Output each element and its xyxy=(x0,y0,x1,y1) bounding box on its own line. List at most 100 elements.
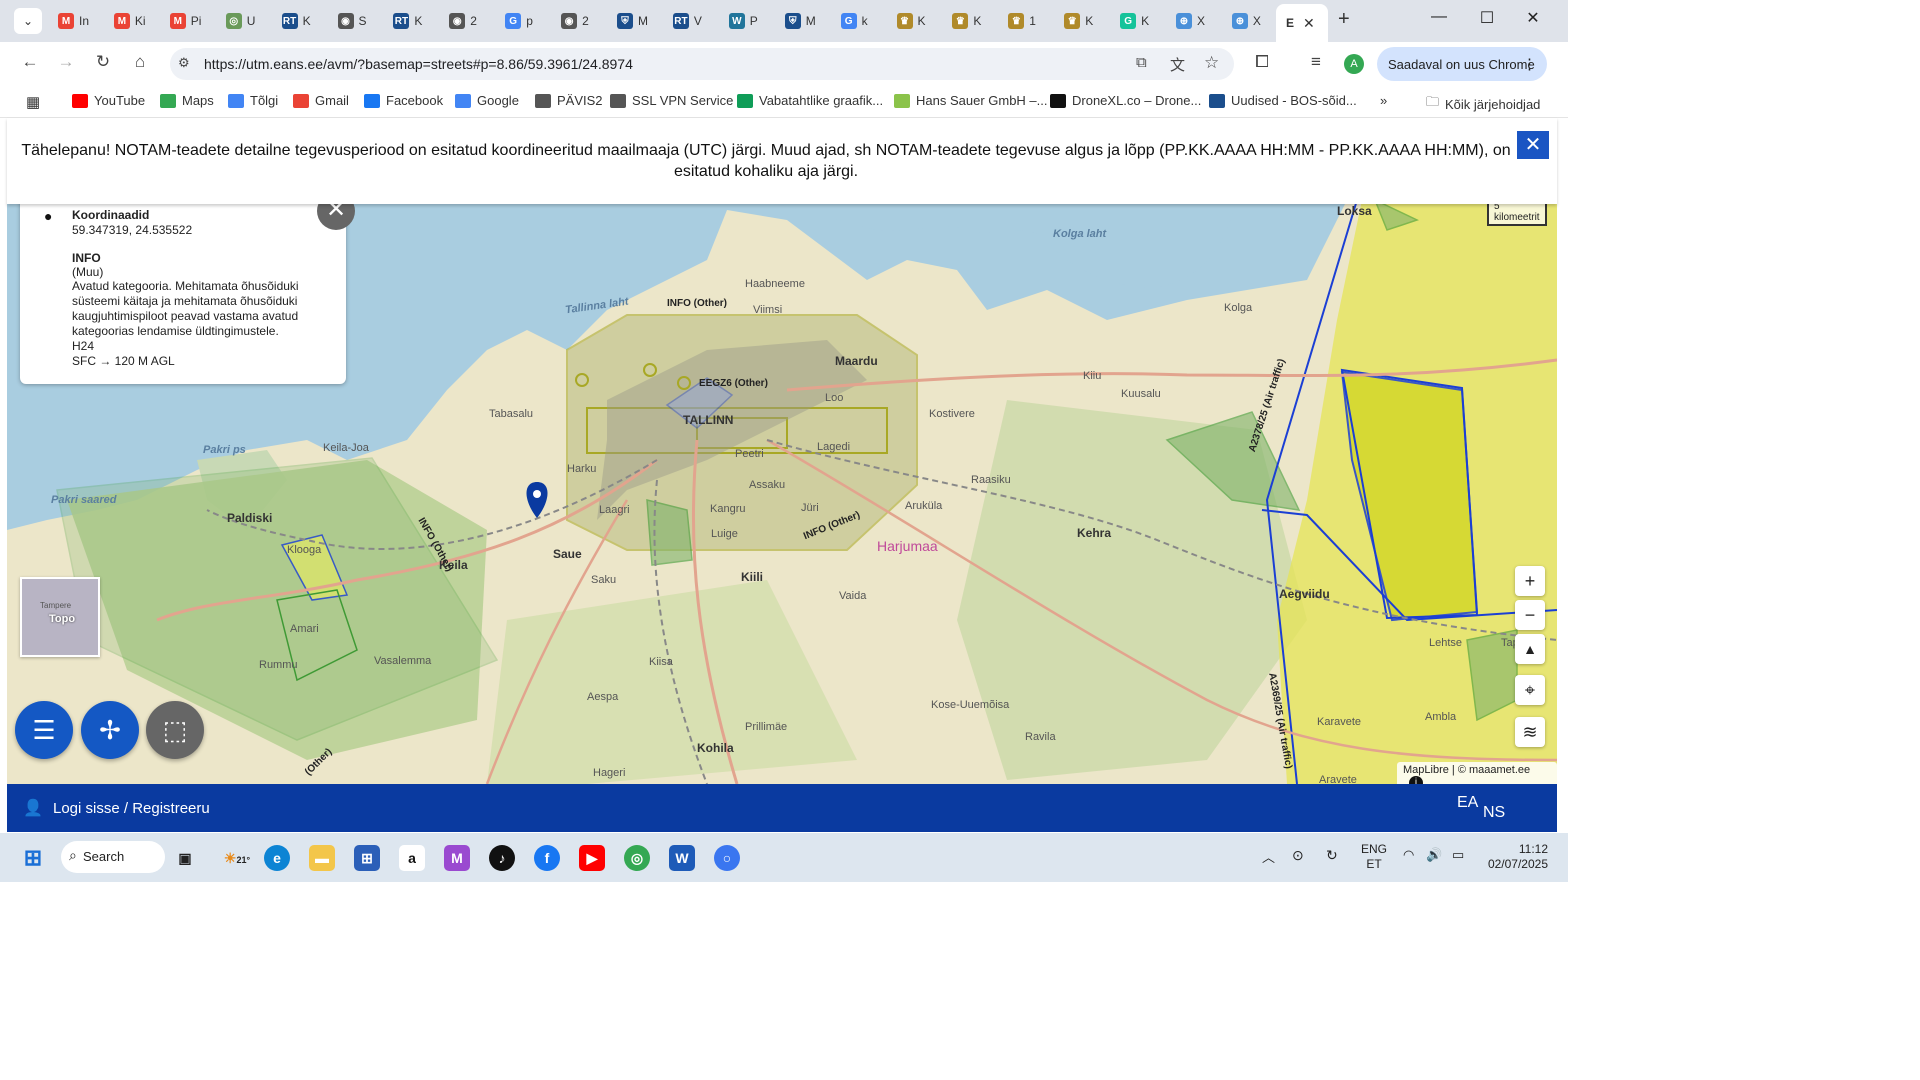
signal-icon[interactable]: ○ xyxy=(714,845,740,871)
url-text[interactable]: https://utm.eans.ee/avm/?basemap=streets… xyxy=(204,56,633,72)
tab[interactable]: ♛ K xyxy=(1058,6,1110,36)
clock[interactable]: 11:12 02/07/2025 xyxy=(1480,842,1548,872)
windows-start-icon[interactable]: ⊞ xyxy=(20,845,46,871)
profile-avatar[interactable]: A xyxy=(1344,54,1364,74)
close-window-button[interactable]: ✕ xyxy=(1518,8,1548,28)
taskbar-search[interactable]: ⌕ Search xyxy=(61,841,165,873)
notice-close-button[interactable]: ✕ xyxy=(1517,131,1549,159)
m365-icon[interactable]: M xyxy=(444,845,470,871)
tab[interactable]: RT V xyxy=(667,6,719,36)
task-view-icon[interactable]: ▣ xyxy=(172,845,198,871)
weather-wind-button[interactable]: ≋ xyxy=(1515,717,1545,747)
site-info-icon[interactable]: ⚙ xyxy=(178,55,190,71)
location-pin[interactable] xyxy=(526,482,548,518)
zoom-in-button[interactable]: + xyxy=(1515,566,1545,596)
compass-button[interactable]: ▲ xyxy=(1515,634,1545,664)
home-button[interactable]: ⌂ xyxy=(128,52,152,72)
tab-search-button[interactable]: ⌄ xyxy=(14,8,42,34)
bookmark-item[interactable]: YouTube xyxy=(72,93,145,108)
battery-icon[interactable]: ▭ xyxy=(1452,847,1464,863)
tab[interactable]: RT K xyxy=(387,6,439,36)
wifi-icon[interactable]: ◠ xyxy=(1403,847,1414,863)
chrome-taskbar-icon[interactable]: ◎ xyxy=(624,845,650,871)
tab[interactable]: GK xyxy=(1114,6,1166,36)
zoom-out-button[interactable]: − xyxy=(1515,600,1545,630)
bookmark-item[interactable]: Tõlgi xyxy=(228,93,278,108)
sync-icon[interactable]: ↻ xyxy=(1326,847,1338,864)
weather-icon[interactable]: ☀21° xyxy=(220,845,254,871)
tab-active[interactable]: E ✕ xyxy=(1276,4,1328,42)
apps-grid-icon[interactable]: ▦ xyxy=(26,93,40,111)
tray-overflow-icon[interactable]: ︿ xyxy=(1262,847,1275,866)
bookmark-item[interactable]: Hans Sauer GmbH –... xyxy=(894,93,1048,108)
info-icon[interactable]: i xyxy=(1409,776,1423,784)
crest-icon: ♛ xyxy=(952,13,969,29)
coord-value[interactable]: 59.347319, 24.535522 xyxy=(72,223,192,237)
tab[interactable]: ♛ 1 xyxy=(1002,6,1054,36)
tab[interactable]: ◉ 2 xyxy=(555,6,607,36)
tab[interactable]: Gk xyxy=(835,6,887,36)
store-icon[interactable]: ⊞ xyxy=(354,845,380,871)
translate-icon[interactable]: 文 xyxy=(1170,54,1185,75)
facebook-taskbar-icon[interactable]: f xyxy=(534,845,560,871)
tab[interactable]: ♛ K xyxy=(891,6,943,36)
file-explorer-icon[interactable]: ▬ xyxy=(309,845,335,871)
edge-icon[interactable]: e xyxy=(264,845,290,871)
bookmark-item[interactable]: Gmail xyxy=(293,93,349,108)
amazon-icon[interactable]: a xyxy=(399,845,425,871)
tab[interactable]: Gp xyxy=(499,6,551,36)
tiktok-icon[interactable]: ♪ xyxy=(489,845,515,871)
bookmarks-overflow-icon[interactable]: » xyxy=(1380,93,1387,108)
tab[interactable]: ⛨ M xyxy=(779,6,831,36)
word-icon[interactable]: W xyxy=(669,845,695,871)
forward-button[interactable]: → xyxy=(54,52,78,72)
tab[interactable]: M In xyxy=(52,6,104,36)
chrome-update-button[interactable]: Saadaval on uus Chrome ⋮ xyxy=(1377,47,1547,81)
tab[interactable]: ◉ S xyxy=(332,6,384,36)
bookmark-item[interactable]: PÄVIS2 xyxy=(535,93,603,108)
drone-button[interactable]: ✢ xyxy=(81,701,139,759)
tab[interactable]: ⊕ X xyxy=(1226,6,1278,36)
all-bookmarks-folder[interactable]: 🗀 Kõik järjehoidjad xyxy=(1426,93,1540,115)
tab[interactable]: M Pi xyxy=(164,6,216,36)
tab[interactable]: RT K xyxy=(276,6,328,36)
bookmark-item[interactable]: Uudised - BOS-sõid... xyxy=(1209,93,1357,108)
tab-close-icon[interactable]: ✕ xyxy=(1303,15,1315,32)
tab[interactable]: M Ki xyxy=(108,6,160,36)
bookmark-item[interactable]: Maps xyxy=(160,93,214,108)
new-tab-button[interactable]: + xyxy=(1338,8,1350,31)
volume-icon[interactable]: 🔊 xyxy=(1426,847,1442,863)
menu-dots-icon[interactable]: ⋮ xyxy=(1522,55,1537,73)
bookmark-item[interactable]: Vabatahtlike graafik... xyxy=(737,93,883,108)
tab[interactable]: ⊕ X xyxy=(1170,6,1222,36)
bookmark-star-icon[interactable]: ☆ xyxy=(1204,53,1219,73)
basemap-switcher[interactable]: Tampere Topo xyxy=(20,577,100,657)
tab[interactable]: ⛨ M xyxy=(611,6,663,36)
tab[interactable]: WP xyxy=(723,6,775,36)
bookmark-item[interactable]: SSL VPN Service xyxy=(610,93,733,108)
address-bar[interactable]: ⚙ https://utm.eans.ee/avm/?basemap=stree… xyxy=(170,48,1234,80)
youtube-taskbar-icon[interactable]: ▶ xyxy=(579,845,605,871)
bookmark-item[interactable]: Google xyxy=(455,93,519,108)
tab[interactable]: ◉ 2 xyxy=(443,6,495,36)
bookmark-item[interactable]: DroneXL.co – Drone... xyxy=(1050,93,1201,108)
tab[interactable]: ◎ U xyxy=(220,6,272,36)
map-view[interactable]: Loksa Kolga laht Haabneeme INFO (Other) Viim… xyxy=(7,200,1557,784)
draw-area-button[interactable]: ⬚ xyxy=(146,701,204,759)
media-icon[interactable]: ≡ xyxy=(1304,52,1328,72)
bookmark-item[interactable]: Facebook xyxy=(364,93,443,108)
minimize-button[interactable]: — xyxy=(1424,8,1454,26)
maximize-button[interactable]: ☐ xyxy=(1472,8,1502,28)
extensions-icon[interactable]: ⧠ xyxy=(1250,52,1274,72)
geolocate-button[interactable]: ⌖ xyxy=(1515,675,1545,705)
reload-button[interactable]: ↻ xyxy=(91,52,115,72)
attribution-text[interactable]: MapLibre | © maaamet.ee xyxy=(1403,764,1530,776)
network-status-icon[interactable]: ⊙ xyxy=(1292,847,1304,864)
back-button[interactable]: ← xyxy=(18,52,42,72)
tab[interactable]: ♛ K xyxy=(946,6,998,36)
login-link[interactable]: Logi sisse / Registreeru xyxy=(53,800,210,817)
install-app-icon[interactable]: ⧉ xyxy=(1136,54,1147,71)
menu-button[interactable]: ☰ xyxy=(15,701,73,759)
map-place-label: Peetri xyxy=(735,448,764,460)
language-indicator[interactable]: ENG ET xyxy=(1361,842,1387,872)
